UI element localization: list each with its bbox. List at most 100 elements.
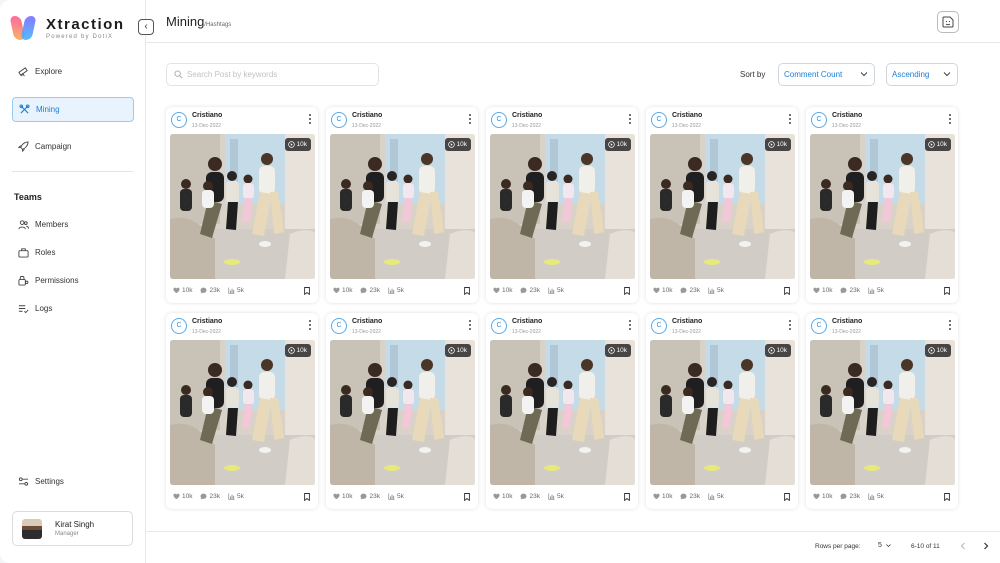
- sidebar-item-campaign[interactable]: Campaign: [12, 134, 134, 159]
- views-badge: 10k: [924, 344, 951, 357]
- post-image[interactable]: 10k: [330, 134, 475, 279]
- previous-page-button[interactable]: [958, 541, 968, 551]
- post-stats: 10k 23k 5k: [173, 493, 252, 500]
- post-image[interactable]: 10k: [650, 134, 795, 279]
- search-icon: [174, 70, 183, 79]
- comments-stat: 23k: [840, 287, 860, 294]
- post-card[interactable]: C Cristiano 13-Dec-2022 10k 10k 23k 5k: [646, 313, 798, 509]
- bar-chart-icon: [868, 287, 875, 294]
- author-name[interactable]: Cristiano: [352, 112, 382, 119]
- more-options-icon[interactable]: [308, 319, 312, 331]
- bookmark-icon[interactable]: [304, 287, 310, 295]
- bookmark-icon[interactable]: [944, 287, 950, 295]
- author-name[interactable]: Cristiano: [352, 318, 382, 325]
- more-options-icon[interactable]: [468, 319, 472, 331]
- bookmark-icon[interactable]: [784, 287, 790, 295]
- page-title-text: Mining: [166, 14, 205, 29]
- bookmark-icon[interactable]: [624, 287, 630, 295]
- shares-count: 5k: [716, 287, 724, 294]
- user-profile-card[interactable]: Kirat Singh Manager: [12, 511, 133, 546]
- post-card[interactable]: C Cristiano 13-Dec-2022 10k 10k 23k 5k: [326, 313, 478, 509]
- author-name[interactable]: Cristiano: [192, 318, 222, 325]
- bookmark-icon[interactable]: [784, 493, 790, 501]
- family-photo-image: [650, 134, 795, 279]
- post-card[interactable]: C Cristiano 13-Dec-2022 10k 10k 23k 5k: [806, 107, 958, 303]
- post-card[interactable]: C Cristiano 13-Dec-2022 10k 10k 23k 5k: [486, 107, 638, 303]
- post-card[interactable]: C Cristiano 13-Dec-2022 10k 10k 23k 5k: [166, 313, 318, 509]
- more-options-icon[interactable]: [948, 319, 952, 331]
- author-name[interactable]: Cristiano: [512, 112, 542, 119]
- post-image[interactable]: 10k: [810, 134, 955, 279]
- bookmark-icon[interactable]: [624, 493, 630, 501]
- likes-count: 10k: [502, 493, 513, 500]
- heart-icon: [493, 287, 500, 294]
- author-avatar: C: [651, 112, 667, 128]
- collapse-sidebar-button[interactable]: ‹: [138, 19, 154, 35]
- bookmark-icon[interactable]: [944, 493, 950, 501]
- post-card[interactable]: C Cristiano 13-Dec-2022 10k 10k 23k 5k: [486, 313, 638, 509]
- sort-field-select[interactable]: Comment Count: [778, 63, 875, 86]
- sort-order-select[interactable]: Ascending: [886, 63, 958, 86]
- briefcase-icon: [18, 248, 29, 258]
- post-image[interactable]: 10k: [490, 340, 635, 485]
- author-name[interactable]: Cristiano: [832, 318, 862, 325]
- post-date: 13-Dec-2022: [832, 123, 861, 129]
- heart-icon: [333, 287, 340, 294]
- comment-icon: [841, 493, 847, 500]
- post-image[interactable]: 10k: [650, 340, 795, 485]
- sidebar-item-members[interactable]: Members: [12, 212, 134, 237]
- post-date: 13-Dec-2022: [672, 123, 701, 129]
- shares-count: 5k: [876, 287, 884, 294]
- post-card[interactable]: C Cristiano 13-Dec-2022 10k 10k 23k 5k: [166, 107, 318, 303]
- list-check-icon: [18, 305, 29, 314]
- bar-chart-icon: [868, 493, 875, 500]
- comments-stat: 23k: [360, 287, 380, 294]
- more-options-icon[interactable]: [628, 113, 632, 125]
- header-action-button[interactable]: [937, 11, 959, 33]
- sidebar-item-mining[interactable]: Mining: [12, 97, 134, 122]
- author-name[interactable]: Cristiano: [672, 112, 702, 119]
- search-box[interactable]: [166, 63, 379, 86]
- rows-per-page-select[interactable]: 5: [878, 542, 892, 549]
- next-page-button[interactable]: [981, 541, 991, 551]
- post-card[interactable]: C Cristiano 13-Dec-2022 10k 10k 23k 5k: [646, 107, 798, 303]
- more-options-icon[interactable]: [948, 113, 952, 125]
- settings-sliders-icon: [18, 477, 29, 486]
- post-image[interactable]: 10k: [490, 134, 635, 279]
- bookmark-icon[interactable]: [464, 287, 470, 295]
- author-name[interactable]: Cristiano: [832, 112, 862, 119]
- likes-stat: 10k: [493, 493, 512, 500]
- sidebar-item-roles[interactable]: Roles: [12, 240, 134, 265]
- more-options-icon[interactable]: [468, 113, 472, 125]
- more-options-icon[interactable]: [628, 319, 632, 331]
- app-logo[interactable]: Xtraction Powered by DotiX: [9, 14, 125, 42]
- post-image[interactable]: 10k: [170, 340, 315, 485]
- top-header: Mining/Hashtags: [146, 0, 1000, 43]
- sidebar-item-logs[interactable]: Logs: [12, 296, 134, 321]
- author-name[interactable]: Cristiano: [192, 112, 222, 119]
- comment-icon: [361, 493, 367, 500]
- likes-count: 10k: [342, 287, 353, 294]
- more-options-icon[interactable]: [308, 113, 312, 125]
- post-card[interactable]: C Cristiano 13-Dec-2022 10k 10k 23k 5k: [806, 313, 958, 509]
- sidebar-item-settings[interactable]: Settings: [12, 469, 134, 494]
- sidebar-item-explore[interactable]: Explore: [12, 59, 134, 84]
- shares-stat: 5k: [868, 287, 884, 294]
- post-card[interactable]: C Cristiano 13-Dec-2022 10k 10k 23k 5k: [326, 107, 478, 303]
- sidebar-item-permissions[interactable]: Permissions: [12, 268, 134, 293]
- post-image[interactable]: 10k: [170, 134, 315, 279]
- bookmark-icon[interactable]: [464, 493, 470, 501]
- bar-chart-icon: [548, 287, 555, 294]
- family-photo-image: [490, 134, 635, 279]
- views-badge: 10k: [604, 138, 631, 151]
- search-input[interactable]: [187, 70, 372, 79]
- post-image[interactable]: 10k: [330, 340, 475, 485]
- more-options-icon[interactable]: [788, 319, 792, 331]
- author-avatar: C: [811, 318, 827, 334]
- author-name[interactable]: Cristiano: [672, 318, 702, 325]
- more-options-icon[interactable]: [788, 113, 792, 125]
- profile-role: Manager: [55, 531, 79, 537]
- post-image[interactable]: 10k: [810, 340, 955, 485]
- bookmark-icon[interactable]: [304, 493, 310, 501]
- author-name[interactable]: Cristiano: [512, 318, 542, 325]
